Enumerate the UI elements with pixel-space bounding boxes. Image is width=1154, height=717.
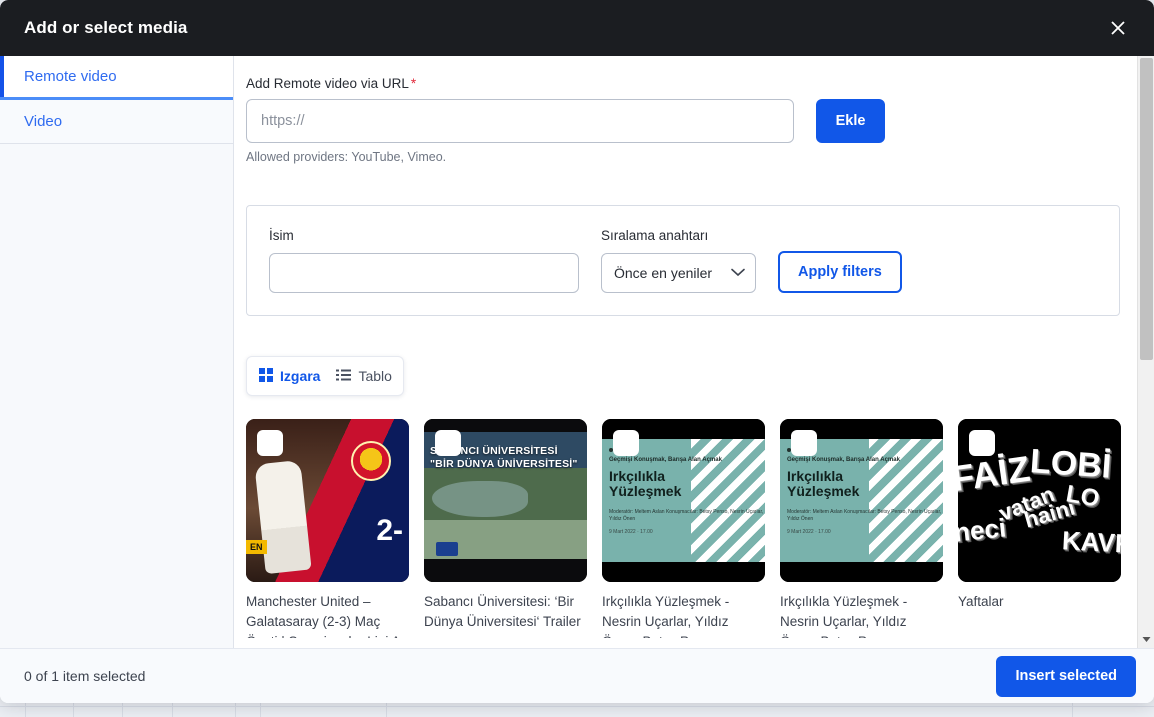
grid-icon <box>259 367 273 385</box>
sidebar-filler <box>0 144 233 648</box>
sidebar-item-label: Remote video <box>24 68 117 85</box>
media-select-checkbox[interactable] <box>613 430 639 456</box>
required-marker: * <box>410 76 417 91</box>
football-player-shape <box>254 459 312 575</box>
football-corner-tag: EN <box>246 540 267 554</box>
selection-status: 0 of 1 item selected <box>24 668 146 684</box>
poster-date: 9 Mart 2022 · 17.00 <box>609 529 653 535</box>
tab-panel-remote-video: Add Remote video via URL* Ekle Allowed p… <box>234 56 1154 648</box>
filter-sort-select[interactable]: Önce en yeniler <box>601 253 756 293</box>
campus-lake-shape <box>432 481 528 517</box>
poster-credits: Moderatör: Meltem Aslan Konuşmacılar: Be… <box>787 509 942 522</box>
tab-grid-view-label: Izgara <box>280 368 321 384</box>
poster-title: Irkçılıkla Yüzleşmek <box>609 469 681 499</box>
media-thumbnail[interactable]: SABANCI ÜNİVERSİTESİ "BİR DÜNYA ÜNİVERSİ… <box>424 419 587 582</box>
poster-title-line2: Yüzleşmek <box>609 483 682 499</box>
list-icon <box>336 368 352 384</box>
modal-footer: 0 of 1 item selected Insert selected <box>0 648 1154 703</box>
view-mode-toggle: Izgara Tablo <box>246 356 404 396</box>
poster-title-line1: Irkçılıkla <box>609 468 666 484</box>
insert-selected-button[interactable]: Insert selected <box>996 655 1136 697</box>
close-icon[interactable] <box>1098 8 1138 48</box>
media-caption: Irkçılıkla Yüzleşmek - Nesrin Uçarlar, Y… <box>780 594 908 638</box>
media-caption: Irkçılıkla Yüzleşmek - Nesrin Uçarlar, Y… <box>602 594 730 638</box>
allowed-providers-helper: Allowed providers: YouTube, Vimeo. <box>246 150 447 164</box>
filter-sort-selected-value: Önce en yeniler <box>614 265 713 281</box>
filter-name-input[interactable] <box>269 253 579 293</box>
poster-kicker: Geçmişi Konuşmak, Barışa Alan Açmak <box>787 457 900 463</box>
poster-credits: Moderatör: Meltem Aslan Konuşmacılar: Be… <box>609 509 764 522</box>
tab-table-view[interactable]: Tablo <box>336 368 392 384</box>
university-logo-shape <box>436 542 458 556</box>
media-caption: Sabancı Üniversitesi: ‘Bir Dünya Ünivers… <box>424 594 581 629</box>
poster-title: Irkçılıkla Yüzleşmek <box>787 469 859 499</box>
add-remote-video-button[interactable]: Ekle <box>816 99 885 143</box>
media-caption: Manchester United – Galatasaray (2-3) Ma… <box>246 594 400 638</box>
remote-video-url-input[interactable] <box>246 99 794 143</box>
media-card[interactable]: EN Manchester United – Galatasaray (2-3)… <box>246 419 409 638</box>
url-field-label-text: Add Remote video via URL <box>246 76 409 91</box>
sidebar-item-label: Video <box>24 113 63 130</box>
poster-date: 9 Mart 2022 · 17.00 <box>787 529 831 535</box>
media-select-checkbox[interactable] <box>791 430 817 456</box>
media-thumbnail[interactable]: Geçmişi Konuşmak, Barışa Alan Açmak Irkç… <box>780 419 943 582</box>
tab-table-view-label: Tablo <box>358 368 392 384</box>
url-field-label: Add Remote video via URL * <box>246 76 1118 91</box>
media-card[interactable]: SABANCI ÜNİVERSİTESİ "BİR DÜNYA ÜNİVERSİ… <box>424 419 587 638</box>
scrollbar-thumb[interactable] <box>1140 58 1153 360</box>
poster-title-line2: Yüzleşmek <box>787 483 860 499</box>
media-grid: EN Manchester United – Galatasaray (2-3)… <box>246 419 1121 638</box>
modal-body: Remote video Video Add Remote video via … <box>0 56 1154 648</box>
content-scrollbar[interactable] <box>1137 56 1154 648</box>
filter-name-group: İsim <box>269 228 579 293</box>
apply-filters-button[interactable]: Apply filters <box>778 251 902 293</box>
media-select-checkbox[interactable] <box>257 430 283 456</box>
modal-header: Add or select media <box>0 0 1154 56</box>
sidebar-tabs: Remote video Video <box>0 56 234 648</box>
filter-name-label: İsim <box>269 228 294 243</box>
url-row: Ekle <box>246 99 1118 143</box>
media-select-checkbox[interactable] <box>969 430 995 456</box>
poster-kicker: Geçmişi Konuşmak, Barışa Alan Açmak <box>609 457 722 463</box>
triangle-down-icon[interactable] <box>1138 631 1154 648</box>
media-library-modal: Add or select media Remote video Video A… <box>0 0 1154 703</box>
yaftalar-word: neci <box>958 512 1008 548</box>
sidebar-item-remote-video[interactable]: Remote video <box>0 56 233 100</box>
media-caption: Yaftalar <box>958 594 1004 609</box>
filter-sort-group: Sıralama anahtarı Önce en yeniler <box>601 228 756 293</box>
yaftalar-word: KAVR <box>1061 525 1121 559</box>
sidebar-item-video[interactable]: Video <box>0 100 233 144</box>
media-thumbnail[interactable]: FAİZ LOBİ vatan haini neci KAVR LO <box>958 419 1121 582</box>
media-card[interactable]: Geçmişi Konuşmak, Barışa Alan Açmak Irkç… <box>602 419 765 638</box>
media-select-checkbox[interactable] <box>435 430 461 456</box>
club-badge-shape <box>351 441 391 481</box>
media-card[interactable]: Geçmişi Konuşmak, Barışa Alan Açmak Irkç… <box>780 419 943 638</box>
tab-grid-view[interactable]: Izgara <box>259 367 321 385</box>
yaftalar-word: LO <box>1063 480 1102 513</box>
bg-row-line <box>0 706 1154 707</box>
filter-sort-label: Sıralama anahtarı <box>601 228 709 243</box>
university-art-line2: "BİR DÜNYA ÜNİVERSİTESİ" <box>430 458 578 470</box>
poster-title-line1: Irkçılıkla <box>787 468 844 484</box>
filters-panel: İsim Sıralama anahtarı Önce en yeniler A… <box>246 205 1120 316</box>
media-card[interactable]: FAİZ LOBİ vatan haini neci KAVR LO Yafta… <box>958 419 1121 638</box>
media-thumbnail[interactable]: Geçmişi Konuşmak, Barışa Alan Açmak Irkç… <box>602 419 765 582</box>
page-title: Add or select media <box>24 18 188 37</box>
media-thumbnail[interactable]: EN <box>246 419 409 582</box>
